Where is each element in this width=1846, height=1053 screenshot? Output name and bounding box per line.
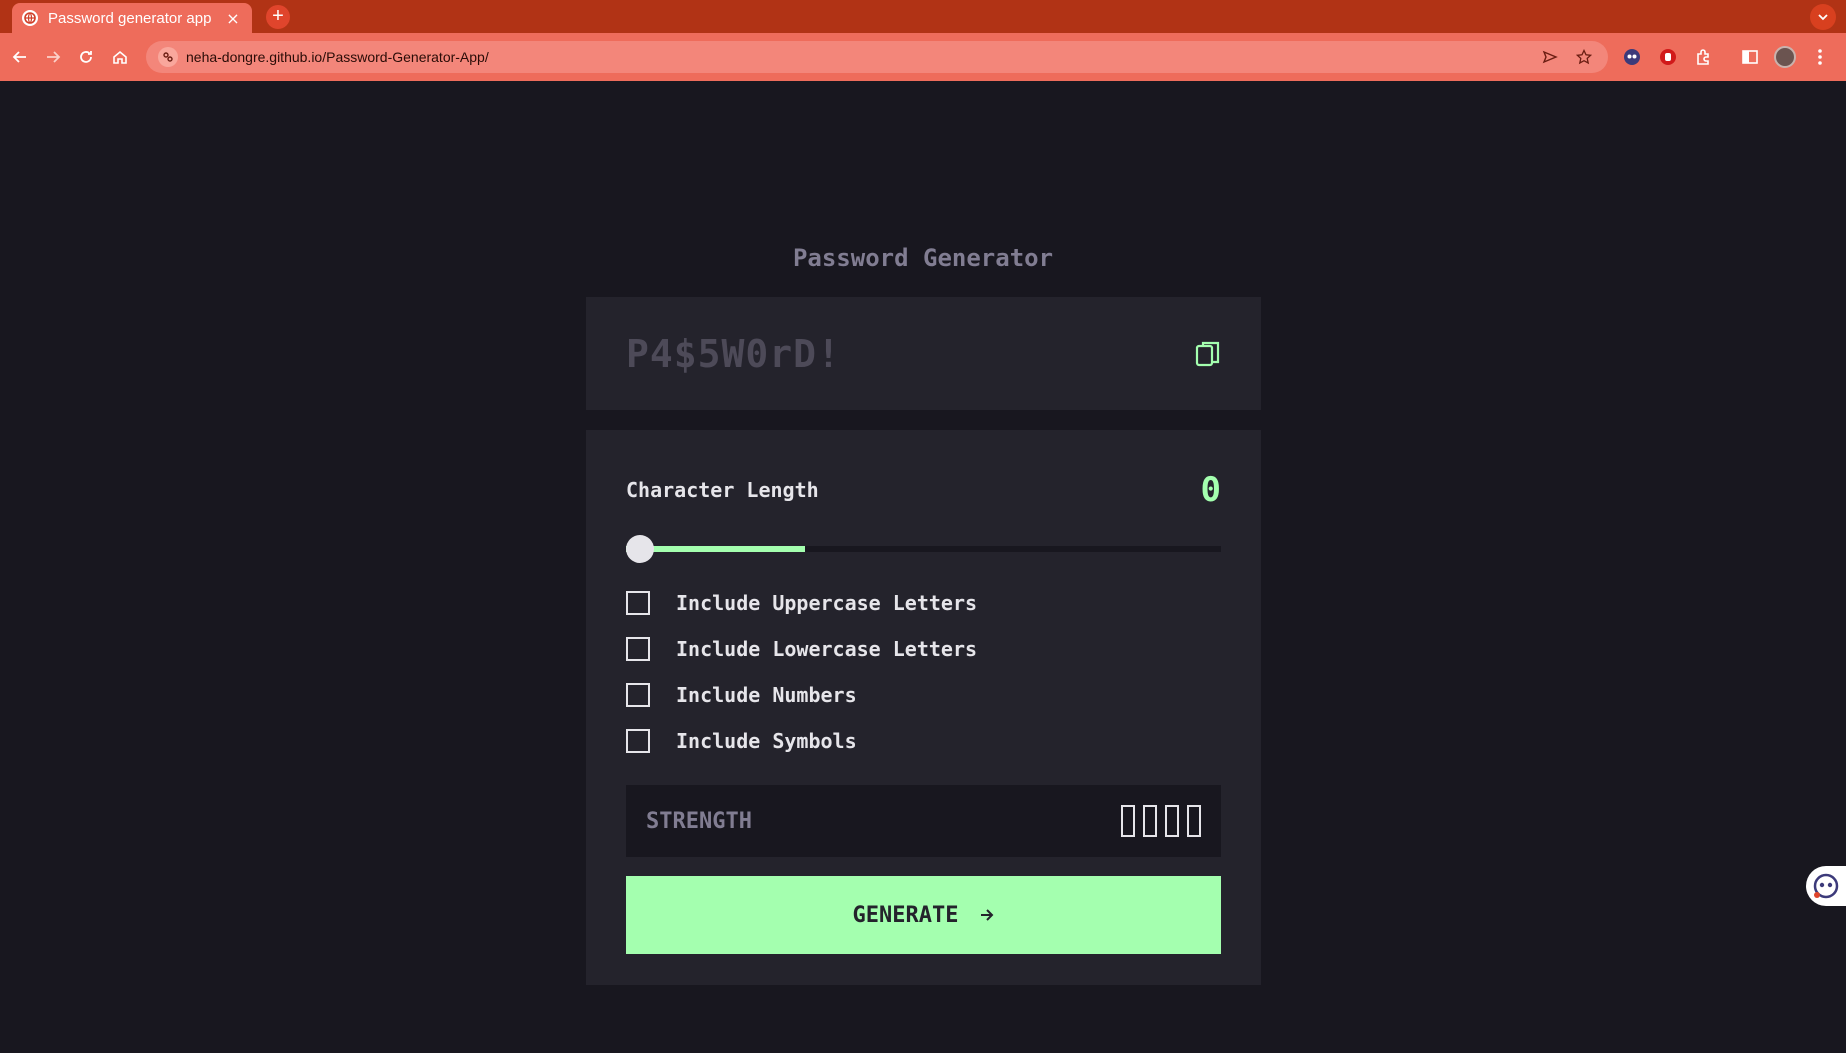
strength-meter: STRENGTH: [626, 785, 1221, 857]
tab-title: Password generator app: [48, 9, 212, 27]
extension-hand-icon[interactable]: [1656, 45, 1680, 69]
arrow-right-icon: [47, 51, 61, 63]
url-text: neha-dongre.github.io/Password-Generator…: [186, 49, 489, 65]
generate-button[interactable]: GENERATE: [626, 876, 1221, 954]
page-title: Password Generator: [792, 244, 1054, 272]
arrow-left-icon: [12, 51, 26, 63]
star-icon[interactable]: [1574, 47, 1594, 67]
slider-thumb[interactable]: [626, 535, 654, 563]
extensions-area: [1620, 45, 1832, 69]
browser-tab[interactable]: Password generator app ×: [12, 3, 252, 33]
address-bar[interactable]: neha-dongre.github.io/Password-Generator…: [146, 41, 1608, 73]
home-button[interactable]: [108, 45, 132, 69]
site-info-icon[interactable]: [158, 47, 178, 67]
tab-close-icon[interactable]: ×: [224, 9, 242, 28]
browser-toolbar: neha-dongre.github.io/Password-Generator…: [0, 33, 1846, 81]
symbols-checkbox[interactable]: [626, 729, 650, 753]
password-output: P4$5W0rD!: [626, 331, 841, 376]
extension-robot-icon[interactable]: [1620, 45, 1644, 69]
option-symbols[interactable]: Include Symbols: [626, 718, 977, 764]
strength-bar: [1143, 805, 1157, 837]
strength-bar: [1187, 805, 1201, 837]
password-display: P4$5W0rD!: [586, 297, 1261, 410]
option-numbers[interactable]: Include Numbers: [626, 672, 977, 718]
extensions-puzzle-icon[interactable]: [1692, 45, 1716, 69]
strength-label: STRENGTH: [646, 808, 752, 834]
strength-bar: [1121, 805, 1135, 837]
strength-bar: [1165, 805, 1179, 837]
option-label: Include Lowercase Letters: [676, 637, 978, 661]
options-list: Include Uppercase Letters Include Lowerc…: [626, 580, 977, 764]
length-label: Character Length: [626, 478, 819, 502]
arrow-right-icon: [981, 909, 994, 921]
option-uppercase[interactable]: Include Uppercase Letters: [626, 580, 977, 626]
floating-assistant-button[interactable]: [1806, 866, 1846, 906]
back-button[interactable]: [8, 45, 32, 69]
new-tab-button[interactable]: +: [266, 5, 290, 29]
strength-bars: [1121, 805, 1201, 837]
side-panel-icon[interactable]: [1738, 45, 1762, 69]
reload-icon: [80, 51, 92, 63]
numbers-checkbox[interactable]: [626, 683, 650, 707]
more-menu-icon[interactable]: [1808, 45, 1832, 69]
lowercase-checkbox[interactable]: [626, 637, 650, 661]
browser-tab-bar: Password generator app × +: [0, 0, 1846, 33]
length-slider[interactable]: [626, 534, 1221, 563]
globe-icon: [22, 10, 38, 26]
tab-search-button[interactable]: [1810, 4, 1836, 30]
reload-button[interactable]: [74, 45, 98, 69]
profile-avatar[interactable]: [1774, 46, 1796, 68]
length-value: 0: [1200, 470, 1221, 510]
option-label: Include Symbols: [676, 729, 857, 753]
settings-panel: Character Length 0 Include Uppercase Let…: [586, 430, 1261, 985]
generate-label: GENERATE: [852, 902, 959, 928]
option-label: Include Uppercase Letters: [676, 591, 978, 615]
home-icon: [113, 50, 127, 64]
length-row: Character Length 0: [626, 470, 1221, 510]
uppercase-checkbox[interactable]: [626, 591, 650, 615]
option-label: Include Numbers: [676, 683, 857, 707]
copy-icon[interactable]: [1195, 340, 1221, 368]
assistant-face-icon: [1813, 873, 1839, 899]
chevron-down-icon: [1818, 14, 1828, 21]
option-lowercase[interactable]: Include Lowercase Letters: [626, 626, 977, 672]
forward-button[interactable]: [41, 45, 65, 69]
send-icon[interactable]: [1540, 47, 1560, 67]
